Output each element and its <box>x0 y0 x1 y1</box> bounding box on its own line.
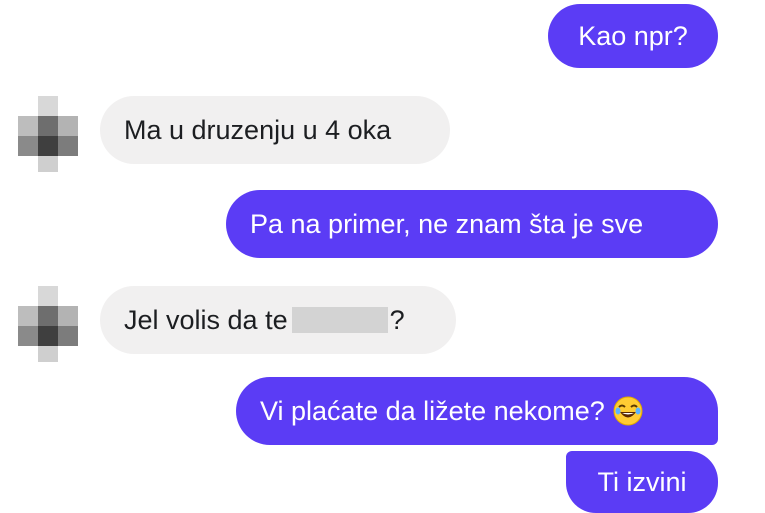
message-incoming[interactable]: Jel volis da te ? <box>100 286 456 354</box>
message-text: Ma u druzenju u 4 oka <box>124 115 392 145</box>
laughing-face-icon <box>613 396 643 426</box>
chat-thread: Kao npr? Ma u druzenju u 4 oka Pa na pri… <box>0 0 765 513</box>
message-incoming[interactable]: Ma u druzenju u 4 oka <box>100 96 450 164</box>
message-text: Ti izvini <box>597 467 687 497</box>
contact-avatar[interactable] <box>18 286 78 362</box>
message-text: Vi plaćate da ližete nekome? <box>260 396 605 426</box>
message-outgoing[interactable]: Kao npr? <box>548 4 718 68</box>
message-text: Jel volis da te <box>124 305 288 335</box>
message-text: Kao npr? <box>578 21 688 51</box>
message-outgoing[interactable]: Ti izvini <box>566 451 718 513</box>
redacted-word <box>291 307 388 333</box>
contact-avatar[interactable] <box>18 96 78 172</box>
message-text-suffix: ? <box>389 305 405 335</box>
message-text: Pa na primer, ne znam šta je sve <box>250 209 644 239</box>
message-outgoing[interactable]: Vi plaćate da ližete nekome? <box>236 377 718 445</box>
message-outgoing[interactable]: Pa na primer, ne znam šta je sve <box>226 190 718 258</box>
